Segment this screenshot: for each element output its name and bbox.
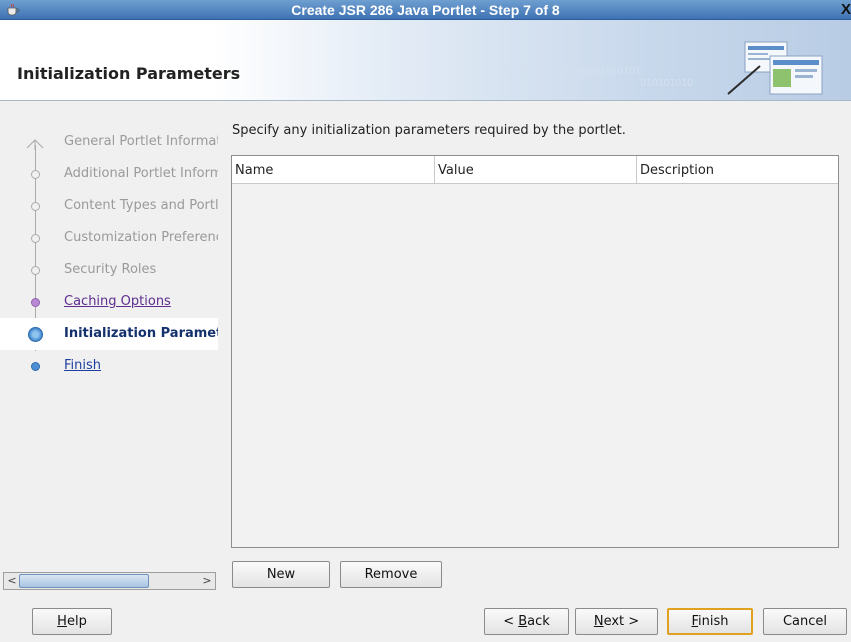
- start-node-icon: [26, 139, 44, 150]
- step-dot-icon: [31, 202, 40, 211]
- button-label: elp: [66, 614, 87, 629]
- window-title-bar: Create JSR 286 Java Portlet - Step 7 of …: [0, 0, 851, 20]
- nav-step-label: Initialization Parameters: [64, 326, 218, 341]
- wizard-banner-icon: [727, 41, 823, 95]
- next-button[interactable]: Next >: [575, 608, 658, 635]
- nav-step-initialization-parameters[interactable]: Initialization Parameters: [0, 318, 218, 350]
- nav-step-label: Customization Preferences: [64, 230, 218, 245]
- step-dot-icon: [31, 362, 40, 371]
- nav-step-additional-portlet-information: Additional Portlet Information: [0, 158, 218, 190]
- step-dot-icon: [31, 298, 40, 307]
- column-header-value[interactable]: Value: [435, 156, 637, 183]
- binary-decoration-2: 010101010: [640, 78, 693, 89]
- scrollbar-thumb[interactable]: [19, 574, 149, 588]
- button-label: ack: [527, 614, 550, 629]
- finish-button[interactable]: Finish: [667, 608, 753, 635]
- nav-step-label: Security Roles: [64, 262, 157, 277]
- mnemonic: N: [593, 614, 604, 629]
- page-title: Initialization Parameters: [17, 64, 241, 83]
- close-icon[interactable]: X: [841, 1, 851, 19]
- nav-step-customization-preferences: Customization Preferences: [0, 222, 218, 254]
- nav-step-label: Content Types and Portlet Modes: [64, 198, 218, 213]
- binary-decoration: 010101010101010101010101: [500, 66, 641, 77]
- button-label: inish: [698, 614, 729, 629]
- nav-step-general-portlet-information: General Portlet Information: [0, 126, 218, 158]
- nav-step-security-roles: Security Roles: [0, 254, 218, 286]
- step-dot-icon: [31, 170, 40, 179]
- current-step-icon: [28, 327, 43, 342]
- instruction-text: Specify any initialization parameters re…: [232, 123, 626, 138]
- nav-step-caching-options[interactable]: Caching Options: [0, 286, 218, 318]
- parameters-table[interactable]: Name Value Description: [231, 155, 839, 548]
- table-header: Name Value Description: [232, 156, 838, 184]
- nav-step-label[interactable]: Finish: [64, 358, 101, 373]
- back-button[interactable]: < Back: [484, 608, 569, 635]
- mnemonic: B: [518, 614, 528, 629]
- mnemonic: H: [57, 614, 67, 629]
- nav-step-label: Additional Portlet Information: [64, 166, 218, 181]
- wizard-header: Initialization Parameters 01010101010101…: [0, 20, 851, 101]
- nav-step-label: General Portlet Information: [64, 134, 218, 149]
- cancel-button[interactable]: Cancel: [763, 608, 847, 635]
- nav-step-finish[interactable]: Finish: [0, 350, 218, 382]
- new-button[interactable]: New: [232, 561, 330, 588]
- step-dot-icon: [31, 266, 40, 275]
- nav-horizontal-scrollbar[interactable]: < >: [3, 572, 216, 590]
- scroll-right-icon[interactable]: >: [200, 574, 214, 588]
- nav-step-content-types: Content Types and Portlet Modes: [0, 190, 218, 222]
- scroll-left-icon[interactable]: <: [5, 574, 19, 588]
- window-title: Create JSR 286 Java Portlet - Step 7 of …: [291, 2, 560, 18]
- wizard-step-navigator: General Portlet Information Additional P…: [0, 101, 218, 598]
- column-header-name[interactable]: Name: [232, 156, 435, 183]
- button-label: <: [503, 614, 519, 629]
- help-button[interactable]: Help: [32, 608, 112, 635]
- button-label: ext >: [603, 614, 640, 629]
- column-header-description[interactable]: Description: [637, 156, 838, 183]
- step-dot-icon: [31, 234, 40, 243]
- nav-step-label[interactable]: Caching Options: [64, 294, 171, 309]
- remove-button[interactable]: Remove: [340, 561, 442, 588]
